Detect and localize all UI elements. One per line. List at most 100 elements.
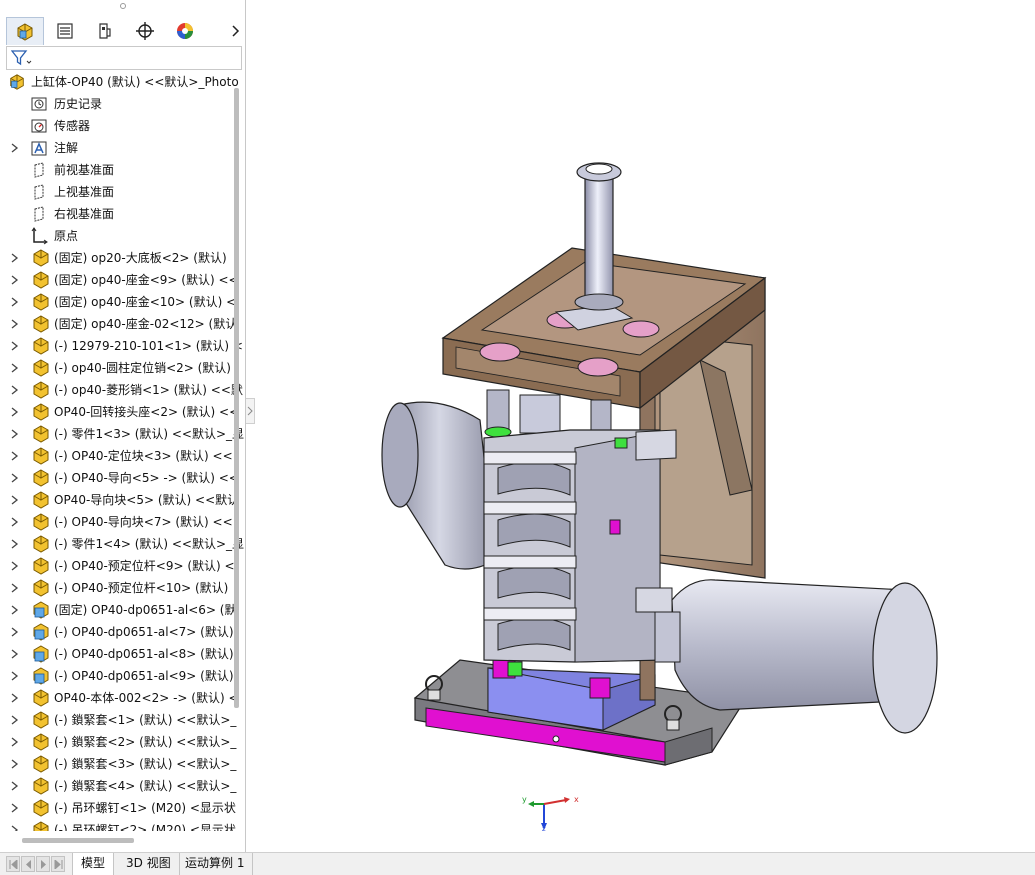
graphics-viewport[interactable]: x y z [256, 0, 1035, 852]
tree-component-row[interactable]: (-) op40-菱形销<1> (默认) <<默 [0, 379, 244, 401]
tree-feature-row[interactable]: 上视基准面 [0, 181, 244, 203]
panel-grip[interactable] [120, 3, 126, 9]
expand-arrow-icon[interactable] [10, 824, 20, 831]
part-icon [33, 293, 49, 311]
more-tabs-chevron-icon[interactable] [228, 19, 244, 43]
expand-arrow-icon[interactable] [10, 384, 20, 396]
expand-arrow-icon[interactable] [10, 560, 20, 572]
expand-arrow-icon[interactable] [10, 362, 20, 374]
tree-component-row[interactable]: OP40-导向块<5> (默认) <<默认 [0, 489, 244, 511]
expand-arrow-icon[interactable] [10, 648, 20, 660]
tree-component-row[interactable]: (-) OP40-定位块<3> (默认) << [0, 445, 244, 467]
tree-component-row[interactable]: (-) 零件1<3> (默认) <<默认>_显 [0, 423, 244, 445]
tree-component-row[interactable]: (-) 鎖緊套<3> (默认) <<默认>_ [0, 753, 244, 775]
expand-arrow-icon[interactable] [10, 450, 20, 462]
expand-arrow-icon[interactable] [10, 516, 20, 528]
tab-feature-manager[interactable] [6, 17, 44, 45]
tab-display-manager[interactable] [166, 17, 204, 45]
expand-arrow-icon[interactable] [10, 736, 20, 748]
tree-component-row[interactable]: (固定) op40-座金<10> (默认) < [0, 291, 244, 313]
tree-component-row[interactable]: (-) 12979-210-101<1> (默认) < [0, 335, 244, 357]
tab-3d-view[interactable]: 3D 视图 [118, 853, 180, 875]
tree-vertical-scrollbar[interactable] [234, 88, 239, 708]
expand-arrow-icon[interactable] [10, 472, 20, 484]
part-icon [33, 535, 49, 553]
tab-property-manager[interactable] [46, 17, 84, 45]
part-icon [33, 469, 49, 487]
tree-horizontal-scrollbar[interactable] [22, 838, 134, 843]
part-icon [33, 271, 49, 289]
manager-tabs [6, 17, 245, 45]
expand-arrow-icon[interactable] [10, 538, 20, 550]
tree-feature-row[interactable]: 右视基准面 [0, 203, 244, 225]
tree-component-row[interactable]: OP40-回转接头座<2> (默认) << [0, 401, 244, 423]
tree-item-label: (-) OP40-导向<5> -> (默认) << [54, 471, 239, 485]
tree-component-row[interactable]: (-) OP40-dp0651-al<8> (默认) [0, 643, 244, 665]
tree-component-row[interactable]: (-) OP40-预定位杆<10> (默认) [0, 577, 244, 599]
tree-component-row[interactable]: (-) 鎖緊套<4> (默认) <<默认>_ [0, 775, 244, 797]
expand-arrow-icon[interactable] [10, 142, 20, 154]
tree-item-label: (-) OP40-导向块<7> (默认) << [54, 515, 233, 529]
tab-model[interactable]: 模型 [72, 853, 115, 875]
tree-item-label: (-) OP40-dp0651-al<7> (默认) [54, 625, 234, 639]
last-tab-button[interactable] [51, 856, 65, 872]
tree-component-row[interactable]: (-) 吊环螺钉<1> (M20) <显示状 [0, 797, 244, 819]
tree-component-row[interactable]: (固定) op20-大底板<2> (默认) [0, 247, 244, 269]
part-icon [33, 359, 49, 377]
part-icon [33, 447, 49, 465]
expand-arrow-icon[interactable] [10, 582, 20, 594]
tree-component-row[interactable]: (-) OP40-预定位杆<9> (默认) < [0, 555, 244, 577]
first-tab-button[interactable] [6, 856, 20, 872]
tree-filter-bar[interactable] [6, 46, 242, 70]
tab-dimxpert-manager[interactable] [126, 17, 164, 45]
tree-root[interactable]: 上缸体-OP40 (默认) <<默认>_Photo [0, 71, 244, 93]
tree-component-row[interactable]: (固定) OP40-dp0651-al<6> (默 [0, 599, 244, 621]
expand-arrow-icon[interactable] [10, 428, 20, 440]
orientation-triad: x y z [522, 795, 579, 832]
tree-item-label: (-) 鎖緊套<1> (默认) <<默认>_ [54, 713, 237, 727]
tree-feature-row[interactable]: 注解 [0, 137, 244, 159]
tree-component-row[interactable]: (-) 吊环螺钉<2> (M20) <显示状 [0, 819, 244, 831]
tree-component-row[interactable]: (-) op40-圆柱定位销<2> (默认) [0, 357, 244, 379]
tree-component-row[interactable]: (-) 鎖緊套<1> (默认) <<默认>_ [0, 709, 244, 731]
expand-arrow-icon[interactable] [10, 274, 20, 286]
prev-tab-button[interactable] [21, 856, 35, 872]
tree-component-row[interactable]: (-) 零件1<4> (默认) <<默认>_显 [0, 533, 244, 555]
tree-feature-row[interactable]: 历史记录 [0, 93, 244, 115]
tab-motion-study[interactable]: 运动算例 1 [177, 853, 254, 875]
expand-arrow-icon[interactable] [10, 340, 20, 352]
expand-arrow-icon[interactable] [10, 802, 20, 814]
expand-arrow-icon[interactable] [10, 780, 20, 792]
tree-component-row[interactable]: (-) OP40-dp0651-al<9> (默认) [0, 665, 244, 687]
part-icon [33, 799, 49, 817]
expand-arrow-icon[interactable] [10, 758, 20, 770]
expand-arrow-icon[interactable] [10, 714, 20, 726]
next-icon [41, 860, 46, 869]
filter-icon[interactable] [11, 50, 33, 66]
expand-arrow-icon[interactable] [10, 670, 20, 682]
part-icon [33, 403, 49, 421]
next-tab-button[interactable] [36, 856, 50, 872]
expand-arrow-icon[interactable] [10, 252, 20, 264]
tree-component-row[interactable]: OP40-本体-002<2> -> (默认) < [0, 687, 244, 709]
tree-component-row[interactable]: (-) OP40-dp0651-al<7> (默认) [0, 621, 244, 643]
tab-configuration-manager[interactable] [86, 17, 124, 45]
tree-component-row[interactable]: (-) OP40-导向<5> -> (默认) << [0, 467, 244, 489]
expand-arrow-icon[interactable] [10, 626, 20, 638]
tree-feature-row[interactable]: 原点 [0, 225, 244, 247]
expand-arrow-icon[interactable] [10, 406, 20, 418]
tree-component-row[interactable]: (-) OP40-导向块<7> (默认) << [0, 511, 244, 533]
expand-arrow-icon[interactable] [10, 604, 20, 616]
expand-arrow-icon[interactable] [10, 296, 20, 308]
expand-arrow-icon[interactable] [10, 494, 20, 506]
expand-arrow-icon[interactable] [10, 318, 20, 330]
tree-item-label: (-) OP40-定位块<3> (默认) << [54, 449, 233, 463]
tree-item-label: (-) 鎖緊套<3> (默认) <<默认>_ [54, 757, 237, 771]
tree-component-row[interactable]: (固定) op40-座金<9> (默认) << [0, 269, 244, 291]
tree-component-row[interactable]: (-) 鎖緊套<2> (默认) <<默认>_ [0, 731, 244, 753]
tree-component-row[interactable]: (固定) op40-座金-02<12> (默认 [0, 313, 244, 335]
expand-arrow-icon[interactable] [10, 692, 20, 704]
tree-feature-row[interactable]: 前视基准面 [0, 159, 244, 181]
panel-collapse-handle[interactable] [246, 398, 255, 424]
tree-feature-row[interactable]: 传感器 [0, 115, 244, 137]
